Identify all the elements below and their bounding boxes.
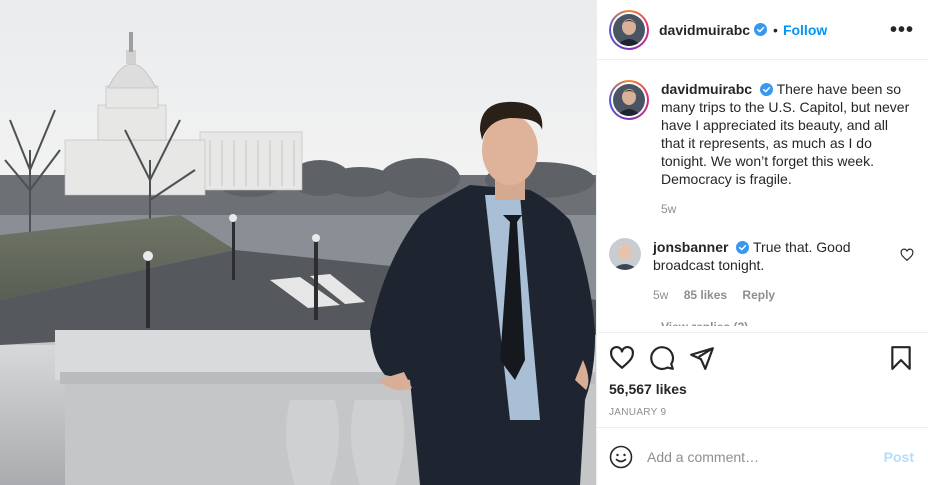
avatar-frame [611, 11, 647, 48]
post-date[interactable]: JANUARY 9 [609, 407, 914, 418]
caption-age[interactable]: 5w [661, 202, 676, 216]
comment-age[interactable]: 5w [653, 288, 668, 302]
post-comment-button[interactable]: Post [884, 449, 914, 465]
caption-body: davidmuirabc There have been so many tri… [661, 80, 914, 216]
verified-badge-icon [759, 83, 773, 96]
more-options-icon[interactable]: ••• [890, 20, 914, 40]
post-side-panel: davidmuirabc • Follow ••• davidmuirabc T… [596, 0, 928, 485]
comment-meta: 5w 85 likes Reply [653, 288, 894, 302]
emoji-icon[interactable] [609, 445, 633, 469]
avatar-portrait-icon [609, 238, 641, 270]
separator-dot: • [773, 21, 778, 38]
share-icon[interactable] [689, 345, 715, 371]
comment-row: jonsbanner True that. Good broadcast ton… [609, 238, 914, 302]
comment-input[interactable] [647, 448, 884, 465]
avatar-portrait-icon [613, 13, 645, 46]
likes-count[interactable]: 56,567 likes [609, 381, 914, 397]
caption-text: davidmuirabc There have been so many tri… [661, 80, 914, 188]
heart-icon[interactable] [609, 345, 635, 371]
post-actions: 56,567 likes JANUARY 9 [597, 332, 928, 427]
add-comment-bar: Post [597, 427, 928, 485]
caption-author-avatar[interactable] [609, 80, 649, 120]
verified-badge-icon [736, 241, 750, 254]
avatar-image [613, 84, 645, 116]
avatar-frame [611, 82, 647, 118]
verified-badge-icon [754, 23, 768, 36]
post-photo[interactable] [0, 0, 596, 485]
avatar-portrait-icon [613, 84, 645, 116]
caption-row: davidmuirabc There have been so many tri… [609, 80, 914, 216]
comment-like-heart-icon[interactable] [900, 248, 914, 262]
commenter-username[interactable]: jonsbanner [653, 239, 728, 255]
post-header: davidmuirabc • Follow ••• [597, 0, 928, 60]
caption-author[interactable]: davidmuirabc [661, 81, 752, 97]
view-replies-link[interactable]: View replies (2) [661, 320, 914, 326]
instagram-post: davidmuirabc • Follow ••• davidmuirabc T… [0, 0, 928, 485]
comments-area[interactable]: davidmuirabc There have been so many tri… [597, 60, 928, 332]
comment-icon[interactable] [649, 345, 675, 371]
reply-button[interactable]: Reply [742, 288, 775, 302]
action-icons [609, 343, 914, 373]
author-avatar[interactable] [609, 9, 649, 50]
comment-text: jonsbanner True that. Good broadcast ton… [653, 238, 894, 274]
author-username[interactable]: davidmuirabc [659, 22, 750, 38]
capitol-photo-illustration [0, 0, 596, 485]
commenter-avatar[interactable] [609, 238, 641, 270]
avatar-image [613, 13, 645, 46]
comment-body: jonsbanner True that. Good broadcast ton… [653, 238, 894, 302]
caption-meta: 5w [661, 202, 914, 216]
comment-likes[interactable]: 85 likes [684, 288, 727, 302]
follow-button[interactable]: Follow [783, 22, 827, 38]
bookmark-icon[interactable] [888, 345, 914, 371]
